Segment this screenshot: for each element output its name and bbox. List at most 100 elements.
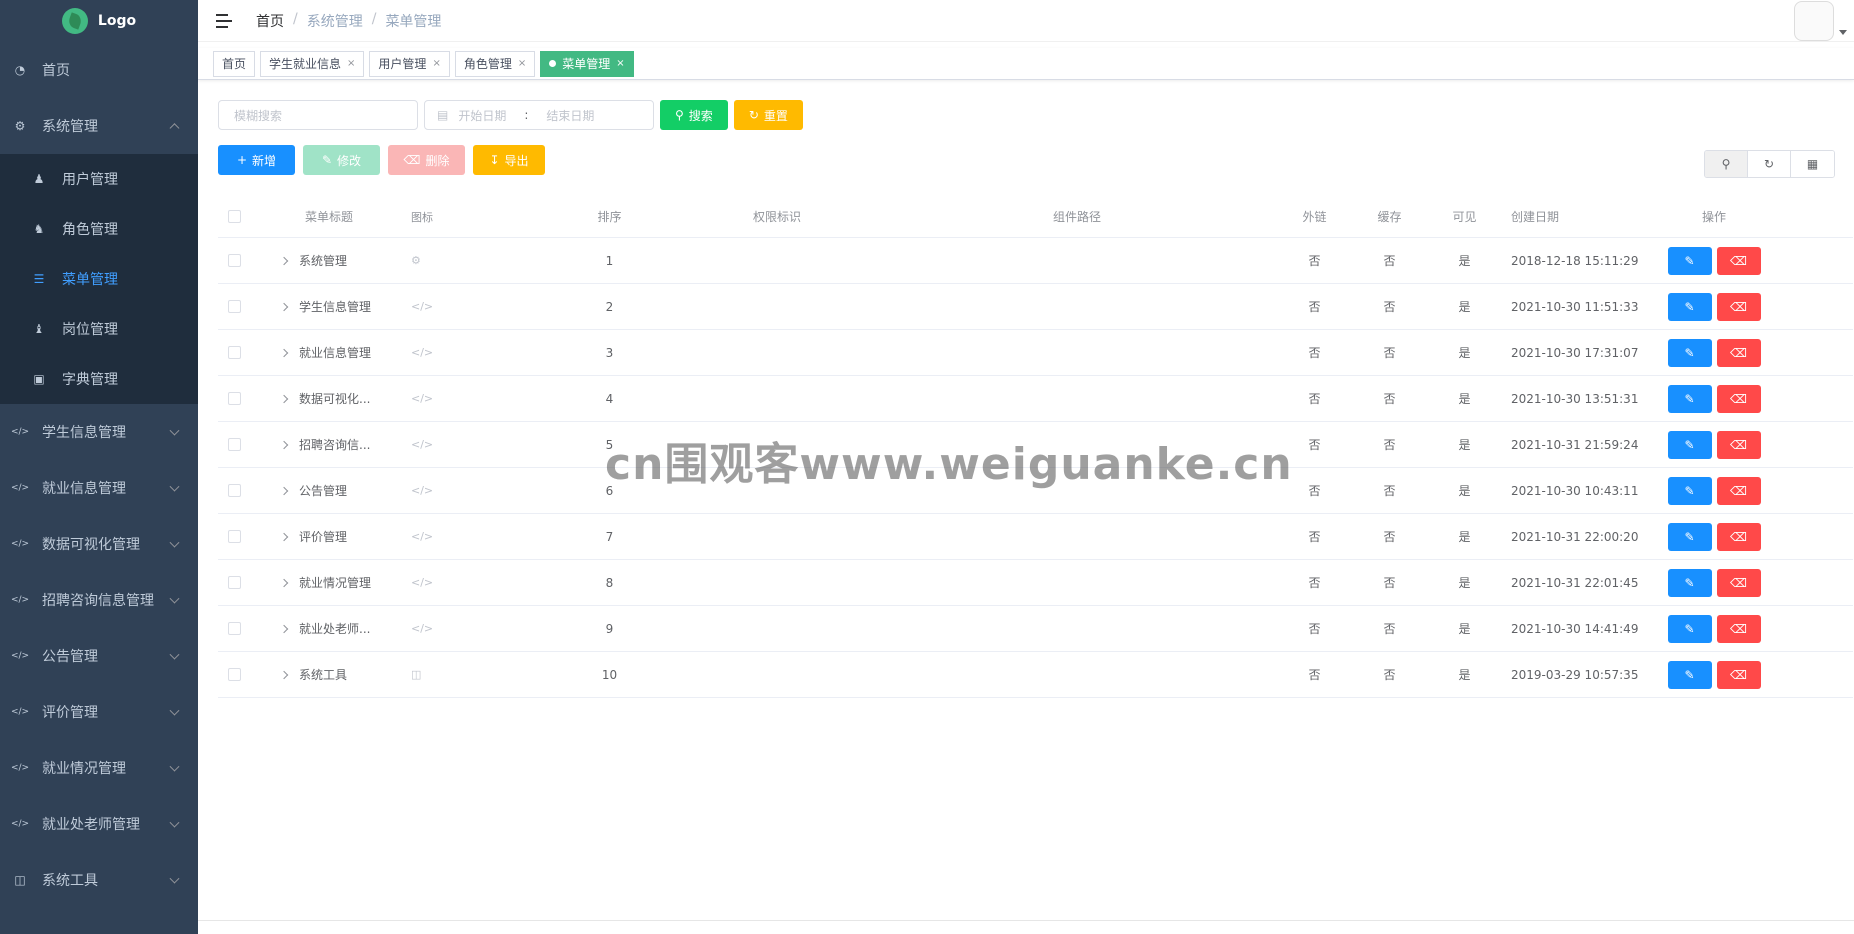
row-checkbox[interactable]	[228, 254, 241, 267]
delete-button[interactable]: ⌫ 删除	[388, 145, 465, 175]
row-delete-button[interactable]: ⌫	[1716, 292, 1761, 321]
close-icon[interactable]: ×	[518, 58, 526, 69]
row-checkbox[interactable]	[228, 392, 241, 405]
close-icon[interactable]: ×	[616, 58, 624, 69]
row-edit-button[interactable]: ✎	[1667, 246, 1712, 275]
dashboard-icon: ◔	[14, 63, 26, 77]
row-delete-button[interactable]: ⌫	[1716, 246, 1761, 275]
sidebar-item[interactable]: ⚙ 系统管理	[0, 98, 198, 154]
submenu-item-label: 岗位管理	[62, 322, 118, 338]
row-delete-button[interactable]: ⌫	[1716, 568, 1761, 597]
row-delete-button[interactable]: ⌫	[1716, 522, 1761, 551]
chevron-right-icon[interactable]	[279, 256, 289, 265]
logo[interactable]: Logo	[0, 0, 198, 42]
tab-tag[interactable]: 学生就业信息 ×	[260, 50, 365, 77]
search-input[interactable]: 模糊搜索	[218, 100, 418, 130]
row-edit-button[interactable]: ✎	[1667, 292, 1712, 321]
row-checkbox[interactable]	[228, 622, 241, 635]
row-checkbox[interactable]	[228, 576, 241, 589]
chevron-right-icon[interactable]	[279, 348, 289, 357]
row-edit-button[interactable]: ✎	[1667, 476, 1712, 505]
sidebar-item[interactable]: </> 评价管理	[0, 684, 198, 740]
code-icon: </>	[411, 438, 434, 451]
code-icon: </>	[10, 427, 30, 437]
toggle-search-icon[interactable]: ⚲	[1705, 151, 1748, 177]
chevron-right-icon[interactable]	[279, 532, 289, 541]
row-delete-button[interactable]: ⌫	[1716, 338, 1761, 367]
row-checkbox[interactable]	[228, 530, 241, 543]
export-button[interactable]: ↧ 导出	[473, 145, 545, 175]
close-icon[interactable]: ×	[432, 58, 440, 69]
columns-icon[interactable]: ▦	[1791, 151, 1834, 177]
reset-button[interactable]: ↻ 重置	[733, 100, 803, 130]
sidebar-item[interactable]: ◔ 首页	[0, 42, 198, 98]
sidebar-item[interactable]: </> 就业处老师管理	[0, 796, 198, 852]
ops-cell: ✎ ⌫	[1644, 614, 1784, 643]
row-edit-button[interactable]: ✎	[1667, 384, 1712, 413]
chevron-right-icon[interactable]	[279, 440, 289, 449]
code-icon: </>	[10, 595, 30, 605]
breadcrumb-home[interactable]: 首页	[256, 11, 284, 31]
row-edit-button[interactable]: ✎	[1667, 568, 1712, 597]
row-delete-button[interactable]: ⌫	[1716, 660, 1761, 689]
row-checkbox[interactable]	[228, 484, 241, 497]
chevron-right-icon[interactable]	[279, 624, 289, 633]
row-delete-button[interactable]: ⌫	[1716, 430, 1761, 459]
sidebar-item[interactable]: </> 公告管理	[0, 628, 198, 684]
external-cell: 否	[1308, 530, 1321, 544]
row-delete-button[interactable]: ⌫	[1716, 384, 1761, 413]
menu-title: 就业情况管理	[299, 576, 372, 590]
row-delete-button[interactable]: ⌫	[1716, 476, 1761, 505]
sort-cell: 9	[605, 621, 614, 636]
sidebar-item[interactable]: </> 数据可视化管理	[0, 516, 198, 572]
chevron-right-icon[interactable]	[279, 486, 289, 495]
hamburger-icon[interactable]	[216, 13, 232, 28]
row-edit-button[interactable]: ✎	[1667, 338, 1712, 367]
row-checkbox[interactable]	[228, 438, 241, 451]
sidebar-item[interactable]: ◫ 系统工具	[0, 852, 198, 908]
row-checkbox[interactable]	[228, 668, 241, 681]
chevron-right-icon[interactable]	[279, 578, 289, 587]
row-edit-button[interactable]: ✎	[1667, 614, 1712, 643]
avatar[interactable]	[1794, 1, 1834, 41]
row-edit-button[interactable]: ✎	[1667, 522, 1712, 551]
tab-tag[interactable]: 用户管理 ×	[369, 50, 450, 77]
sidebar-item-label: 招聘咨询信息管理	[42, 593, 154, 609]
close-icon[interactable]: ×	[347, 58, 355, 69]
refresh-icon[interactable]: ↻	[1748, 151, 1791, 177]
export-button-label: 导出	[504, 153, 529, 168]
tab-tag[interactable]: 首页	[213, 50, 256, 77]
sidebar-item[interactable]: </> 学生信息管理	[0, 404, 198, 460]
edit-button[interactable]: ✎ 修改	[303, 145, 380, 175]
submenu-item-label: 角色管理	[62, 222, 118, 238]
row-delete-button[interactable]: ⌫	[1716, 614, 1761, 643]
chevron-right-icon[interactable]	[279, 302, 289, 311]
tab-tag[interactable]: 菜单管理 ×	[540, 50, 634, 77]
date-range-picker[interactable]: ▤ 开始日期 : 结束日期	[424, 100, 654, 130]
select-all-checkbox[interactable]	[228, 210, 241, 223]
caret-down-icon[interactable]	[1839, 30, 1847, 35]
tab-tag[interactable]: 角色管理 ×	[454, 50, 536, 77]
search-button[interactable]: ⚲ 搜索	[660, 100, 728, 130]
menu-title: 系统工具	[299, 668, 348, 682]
chevron-right-icon[interactable]	[279, 394, 289, 403]
submenu-item[interactable]: ♟ 用户管理	[0, 154, 198, 204]
visible-cell: 是	[1458, 668, 1471, 682]
row-checkbox[interactable]	[228, 300, 241, 313]
submenu-item[interactable]: ☰ 菜单管理	[0, 254, 198, 304]
cache-cell: 否	[1383, 300, 1396, 314]
add-button[interactable]: + 新增	[218, 145, 295, 175]
sidebar-item[interactable]: </> 招聘咨询信息管理	[0, 572, 198, 628]
submenu-item[interactable]: ♝ 岗位管理	[0, 304, 198, 354]
sidebar-item[interactable]: </> 就业信息管理	[0, 460, 198, 516]
row-edit-button[interactable]: ✎	[1667, 660, 1712, 689]
submenu-item[interactable]: ♞ 角色管理	[0, 204, 198, 254]
chevron-down-icon	[169, 425, 180, 436]
sidebar-item[interactable]: </> 就业情况管理	[0, 740, 198, 796]
title-cell: 数据可视化...	[273, 390, 407, 407]
chevron-right-icon[interactable]	[279, 670, 289, 679]
row-edit-button[interactable]: ✎	[1667, 430, 1712, 459]
row-checkbox[interactable]	[228, 346, 241, 359]
cache-cell: 否	[1383, 392, 1396, 406]
submenu-item[interactable]: ▣ 字典管理	[0, 354, 198, 404]
